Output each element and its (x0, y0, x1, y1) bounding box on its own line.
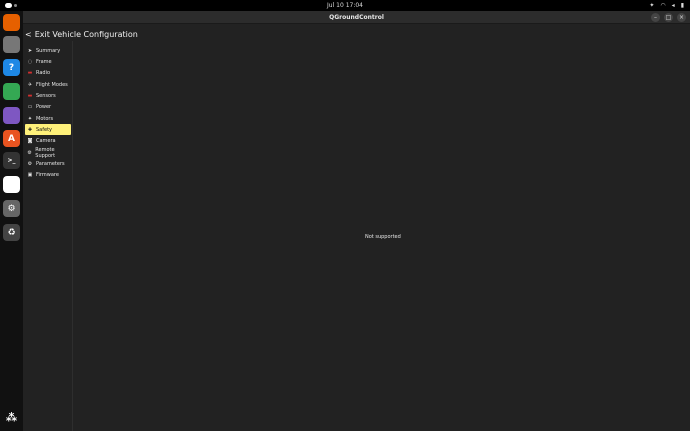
title-bar[interactable]: QGroundControl – □ × (23, 11, 690, 24)
chrome-icon[interactable] (3, 83, 20, 100)
sidebar-item-frame[interactable]: ◌ Frame (25, 56, 71, 67)
exit-label: Exit Vehicle Configuration (34, 30, 138, 39)
sensors-icon: ▬ (27, 92, 33, 99)
sidebar-item-motors[interactable]: ✦ Motors (25, 113, 71, 124)
flight-modes-icon: ✈ (27, 81, 33, 88)
app-center-icon[interactable]: A (3, 130, 20, 147)
sidebar-item-parameters[interactable]: ⚙ Parameters (25, 159, 71, 170)
vehicle-config-sidebar: ➤ Summary ◌ Frame ▬ Radio ✈ Flight Modes ▬ Sensor… (23, 41, 73, 431)
sidebar-item-power[interactable]: ▭ Power (25, 102, 71, 113)
wifi-icon[interactable]: ◠ (660, 2, 665, 9)
sidebar-item-label: Parameters (36, 161, 65, 167)
not-supported-message: Not supported (365, 234, 401, 240)
remote-support-icon: ⚙ (27, 149, 32, 156)
sidebar-item-label: Sensors (36, 92, 56, 99)
accessibility-icon[interactable]: ✦ (649, 2, 654, 9)
sidebar-item-label: Flight Modes (36, 81, 68, 88)
window-title: QGroundControl (329, 14, 384, 21)
sidebar-item-camera[interactable]: ◙ Camera (25, 136, 71, 147)
firefox-icon[interactable] (3, 14, 20, 31)
qgroundcontrol-window: QGroundControl – □ × < Exit Vehicle Conf… (23, 11, 690, 431)
camera-icon: ◙ (27, 138, 33, 145)
frame-icon: ◌ (27, 58, 33, 65)
sidebar-item-label: Remote Support (35, 146, 56, 159)
close-button[interactable]: × (677, 13, 686, 22)
settings-icon[interactable]: ⚙ (3, 200, 20, 217)
sidebar-item-label: Frame (36, 58, 52, 65)
sidebar-item-label: Safety (36, 126, 52, 133)
system-tray[interactable]: ✦ ◠ ◂ ▮ (649, 1, 684, 10)
sidebar-item-label: Radio (36, 70, 51, 77)
sidebar-item-sensors[interactable]: ▬ Sensors (25, 90, 71, 101)
sidebar-item-summary[interactable]: ➤ Summary (25, 45, 71, 56)
terminal-icon[interactable]: >_ (3, 152, 20, 169)
firmware-icon: ▣ (27, 172, 33, 179)
show-apps-icon[interactable]: ⁂ (3, 409, 20, 426)
crystal-icon[interactable] (3, 107, 20, 124)
clock[interactable]: Jul 10 17:04 (0, 1, 690, 10)
sidebar-item-flight-modes[interactable]: ✈ Flight Modes (25, 79, 71, 90)
sidebar-item-label: Camera (36, 138, 56, 145)
motors-icon: ✦ (27, 115, 33, 122)
safety-icon: ✚ (27, 126, 33, 133)
volume-icon[interactable]: ◂ (672, 2, 675, 9)
sidebar-item-label: Motors (36, 115, 54, 122)
sidebar-item-radio[interactable]: ▬ Radio (25, 68, 71, 79)
exit-vehicle-configuration-button[interactable]: < Exit Vehicle Configuration (25, 29, 138, 40)
dock: ? A >_ ⚙ ♻ ⁂ (0, 11, 23, 431)
minimize-button[interactable]: – (651, 13, 660, 22)
sidebar-item-firmware[interactable]: ▣ Firmware (25, 170, 71, 181)
battery-icon: ▭ (27, 104, 33, 111)
summary-icon: ➤ (27, 47, 33, 54)
battery-icon[interactable]: ▮ (681, 2, 684, 9)
help-icon[interactable]: ? (3, 59, 20, 76)
sidebar-item-label: Power (36, 104, 52, 111)
sidebar-item-label: Firmware (36, 172, 59, 179)
files-icon[interactable] (3, 36, 20, 53)
window-controls: – □ × (651, 13, 686, 22)
sidebar-item-remote-support[interactable]: ⚙ Remote Support (25, 146, 71, 159)
slack-icon[interactable] (3, 176, 20, 193)
chevron-left-icon: < (25, 30, 32, 39)
parameters-icon: ⚙ (27, 161, 33, 167)
sidebar-item-label: Summary (36, 47, 61, 54)
maximize-button[interactable]: □ (664, 13, 673, 22)
sidebar-item-safety[interactable]: ✚ Safety (25, 124, 71, 136)
trash-icon[interactable]: ♻ (3, 224, 20, 241)
top-bar: Jul 10 17:04 ✦ ◠ ◂ ▮ (0, 0, 690, 11)
radio-icon: ▬ (27, 70, 33, 77)
